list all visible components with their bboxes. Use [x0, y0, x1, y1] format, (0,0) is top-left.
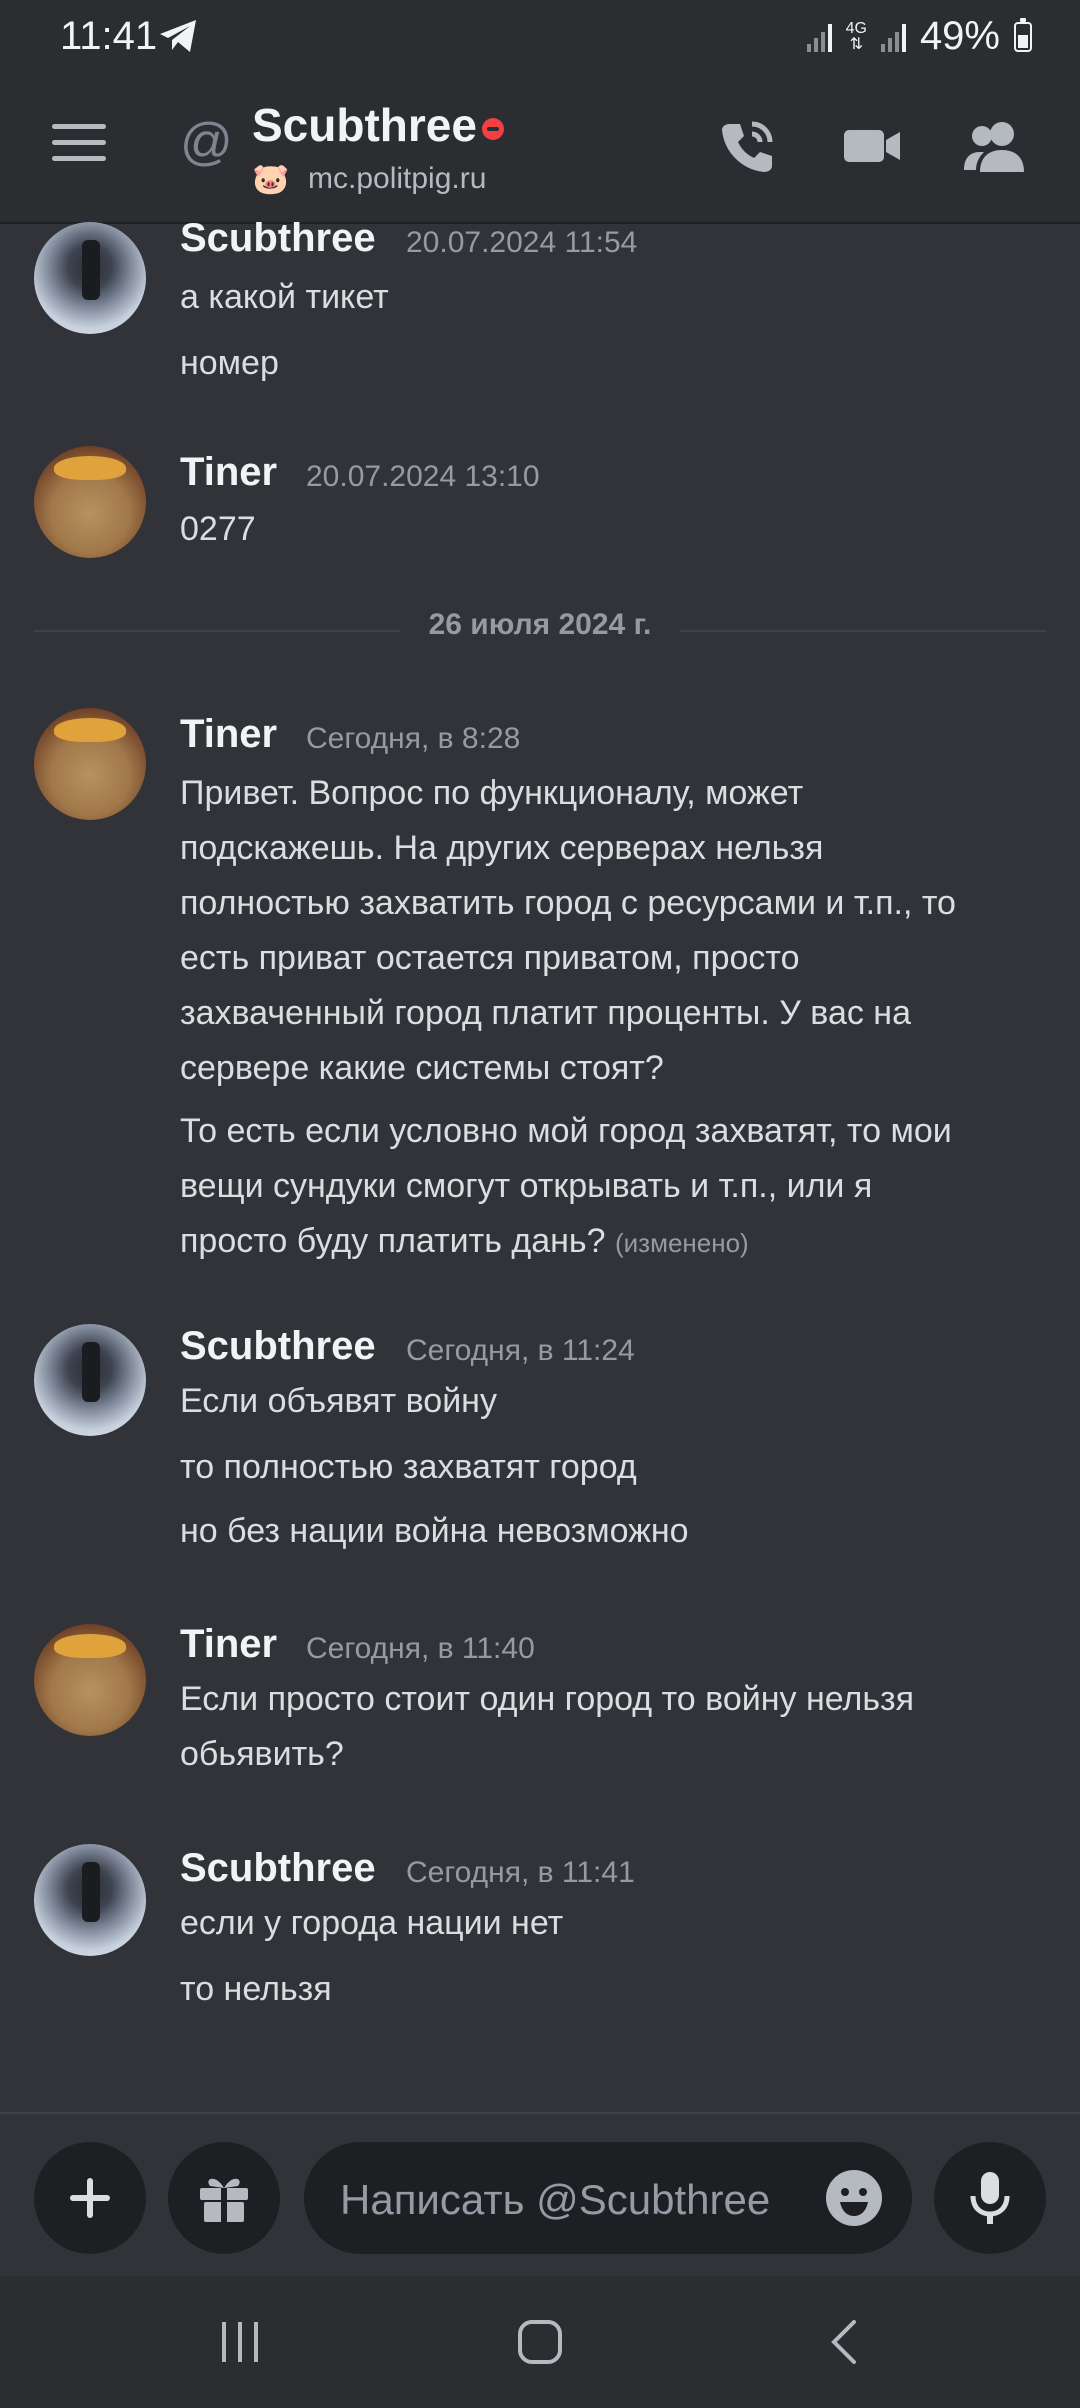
- at-icon: @: [180, 113, 233, 171]
- timestamp: Сегодня, в 11:41: [406, 1856, 635, 1889]
- timestamp: Сегодня, в 11:24: [406, 1334, 635, 1367]
- phone-call-icon[interactable]: [716, 116, 776, 176]
- avatar[interactable]: [34, 222, 146, 334]
- author-name[interactable]: Tiner: [180, 1622, 277, 1667]
- message-text: захваченный город платит проценты. У вас…: [180, 994, 911, 1032]
- message-text: то полностью захватят город: [180, 1448, 637, 1486]
- voice-message-button[interactable]: [934, 2142, 1046, 2254]
- status-time: 11:41: [60, 14, 158, 58]
- microphone-icon: [970, 2172, 1010, 2224]
- signal-icon: [806, 22, 832, 52]
- message-text: просто буду платить дань? (изменено): [180, 1222, 749, 1260]
- plus-icon: [70, 2178, 110, 2218]
- emoji-icon[interactable]: [824, 2168, 884, 2228]
- gift-button[interactable]: [168, 2142, 280, 2254]
- message-text: Если объявят войну: [180, 1382, 497, 1420]
- message-text: То есть если условно мой город захватят,…: [180, 1112, 952, 1150]
- author-name[interactable]: Tiner: [180, 712, 277, 757]
- message-text: полностью захватить город с ресурсами и …: [180, 884, 956, 922]
- avatar[interactable]: [34, 1844, 146, 1956]
- avatar[interactable]: [34, 1324, 146, 1436]
- message-input[interactable]: Написать @Scubthree: [304, 2142, 912, 2254]
- hamburger-icon[interactable]: [52, 124, 106, 164]
- message-text: Привет. Вопрос по функционалу, может: [180, 774, 804, 812]
- message-text: номер: [180, 344, 279, 382]
- avatar[interactable]: [34, 708, 146, 820]
- system-navigation-bar: [0, 2276, 1080, 2408]
- timestamp: Сегодня, в 8:28: [306, 722, 521, 755]
- status-bar: 11:41 4G ⇅ 49%: [0, 0, 1080, 80]
- pig-icon: 🐷: [252, 163, 290, 196]
- timestamp: Сегодня, в 11:40: [306, 1632, 535, 1665]
- signal-icon-2: [880, 22, 906, 52]
- members-icon[interactable]: [962, 116, 1026, 176]
- message-text: а какой тикет: [180, 278, 389, 316]
- date-divider: 26 июля 2024 г.: [400, 608, 680, 642]
- author-name[interactable]: Tiner: [180, 450, 277, 495]
- author-name[interactable]: Scubthree: [180, 1846, 376, 1891]
- message-text: есть приват остается приватом, просто: [180, 939, 800, 977]
- battery-text: 49%: [919, 14, 1000, 58]
- battery-icon: [1014, 17, 1032, 52]
- message-text: сервере какие системы стоят?: [180, 1049, 664, 1087]
- message-text: подскажешь. На других серверах нельзя: [180, 829, 824, 867]
- channel-header: @ Scubthree 🐷 mc.politpig.ru: [0, 80, 1080, 224]
- message-text: 0277: [180, 510, 256, 548]
- author-name[interactable]: Scubthree: [180, 216, 376, 261]
- back-icon[interactable]: [822, 2318, 870, 2366]
- network-indicator: 4G ⇅: [845, 19, 867, 53]
- gift-icon: [200, 2178, 248, 2222]
- status-dnd-icon: [482, 118, 504, 140]
- message-text: если у города нации нет: [180, 1904, 564, 1942]
- avatar[interactable]: [34, 446, 146, 558]
- telegram-icon: [160, 20, 196, 52]
- header-subtitle: mc.politpig.ru: [308, 162, 487, 195]
- message-text: обьявить?: [180, 1735, 344, 1773]
- home-icon[interactable]: [516, 2318, 564, 2366]
- edited-marker: (изменено): [614, 1228, 749, 1258]
- message-text: вещи сундуки смогут открывать и т.п., ил…: [180, 1167, 873, 1205]
- add-button[interactable]: [34, 2142, 146, 2254]
- timestamp: 20.07.2024 13:10: [306, 460, 540, 493]
- message-text: Если просто стоит один город то войну не…: [180, 1680, 915, 1718]
- page-title[interactable]: Scubthree: [252, 98, 477, 152]
- message-composer: Написать @Scubthree: [0, 2112, 1080, 2276]
- author-name[interactable]: Scubthree: [180, 1324, 376, 1369]
- message-text: но без нации война невозможно: [180, 1512, 689, 1550]
- timestamp: 20.07.2024 11:54: [406, 226, 638, 259]
- video-camera-icon[interactable]: [842, 116, 902, 176]
- recent-apps-icon[interactable]: [216, 2318, 264, 2366]
- message-input-placeholder: Написать @Scubthree: [340, 2176, 771, 2223]
- message-text: то нельзя: [180, 1970, 332, 2008]
- avatar[interactable]: [34, 1624, 146, 1736]
